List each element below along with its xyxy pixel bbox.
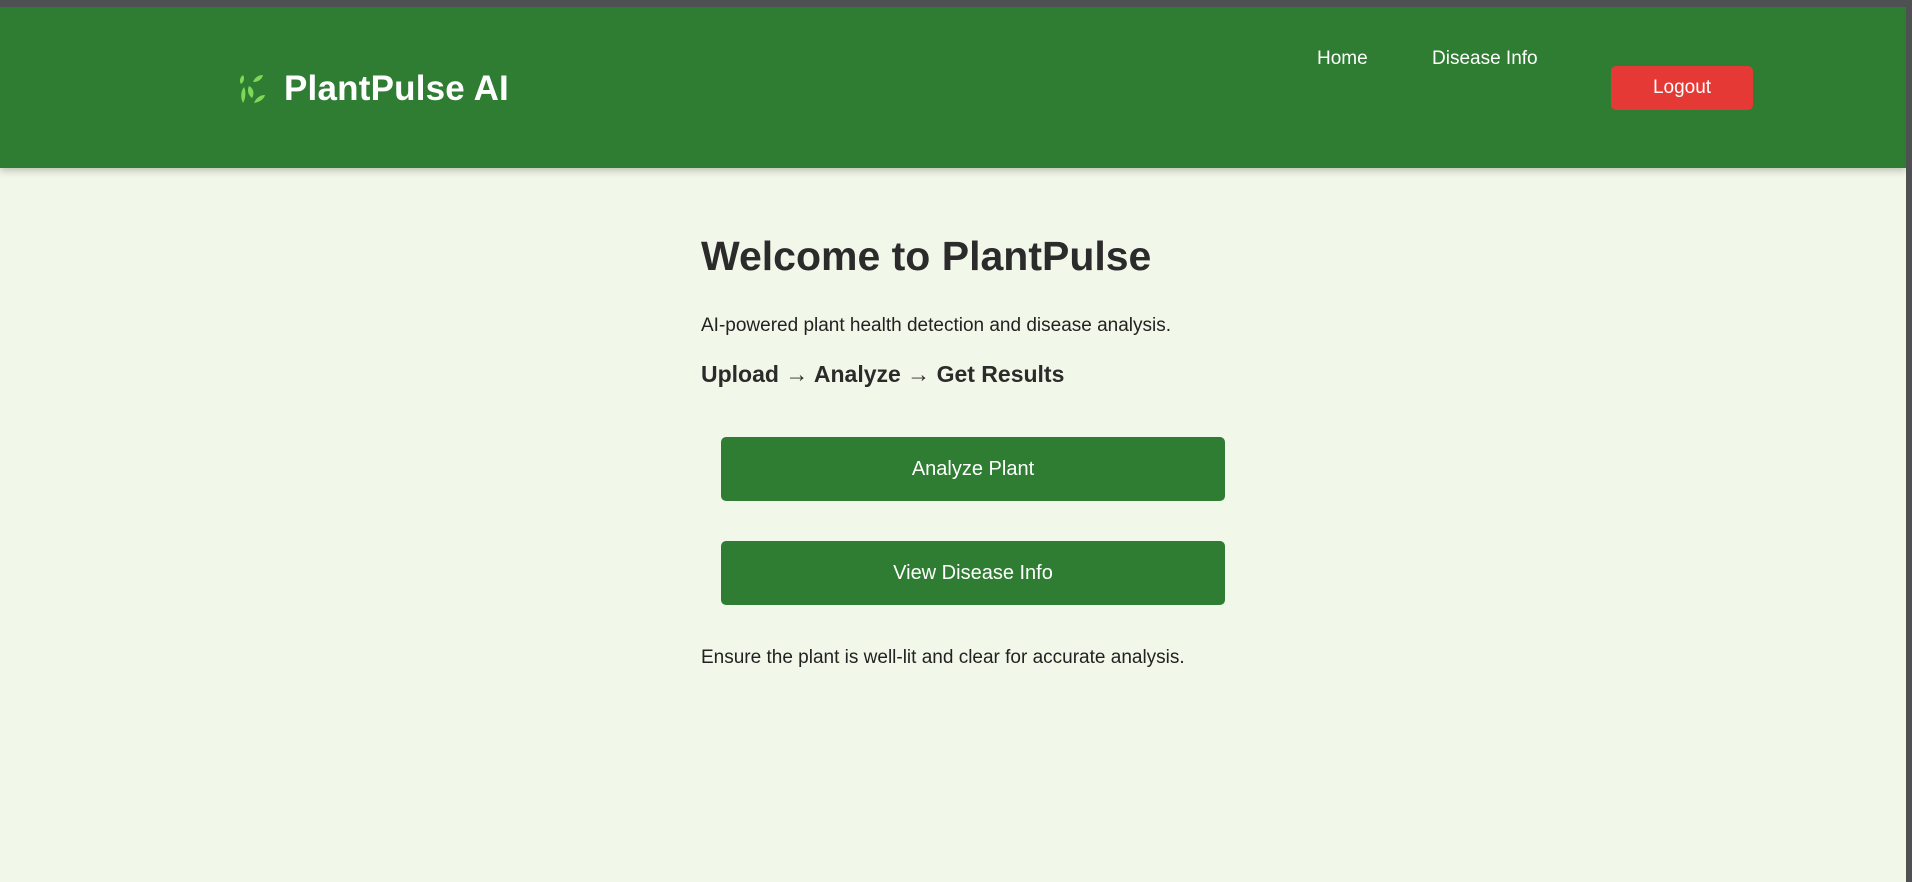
nav-disease-info-link[interactable]: Disease Info (1432, 48, 1538, 70)
analyze-plant-button[interactable]: Analyze Plant (721, 437, 1225, 501)
nav-home-link[interactable]: Home (1317, 48, 1368, 70)
analysis-tip-text: Ensure the plant is well-lit and clear f… (701, 647, 1185, 668)
browser-viewport: PlantPulse AI Home Disease Info Logout W… (0, 7, 1906, 882)
logout-button[interactable]: Logout (1611, 66, 1753, 110)
brand[interactable]: PlantPulse AI (234, 67, 509, 111)
window-edge (1906, 0, 1912, 882)
workflow-steps: Upload → Analyze → Get Results (701, 361, 1065, 387)
page-subtitle: AI-powered plant health detection and di… (701, 315, 1172, 336)
seedling-icon (239, 75, 265, 103)
brand-title: PlantPulse AI (284, 69, 509, 108)
view-disease-info-button[interactable]: View Disease Info (721, 541, 1225, 605)
page-title: Welcome to PlantPulse (701, 233, 1152, 279)
top-navbar: PlantPulse AI Home Disease Info Logout (0, 7, 1906, 168)
